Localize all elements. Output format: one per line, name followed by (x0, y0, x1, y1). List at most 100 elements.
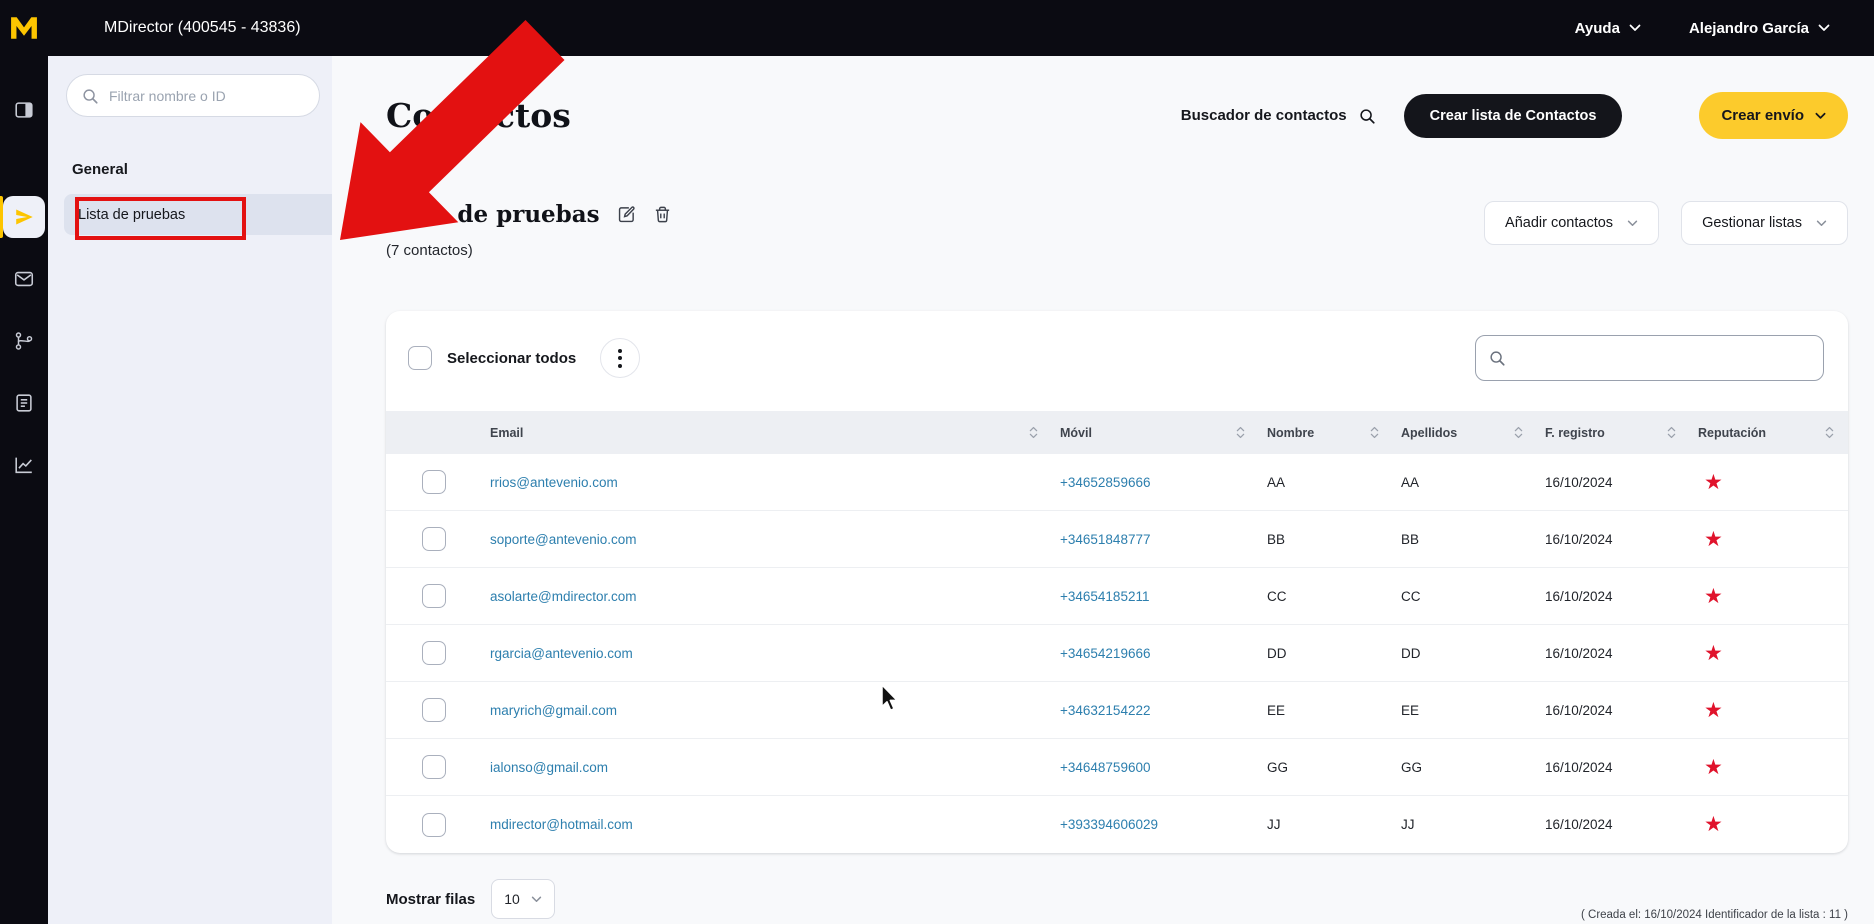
contact-phone-link[interactable]: +34652859666 (1052, 475, 1259, 490)
user-menu[interactable]: Alejandro García (1689, 20, 1830, 37)
contact-last-name: JJ (1393, 817, 1537, 832)
contact-registration-date: 16/10/2024 (1537, 475, 1690, 490)
chevron-down-icon (531, 896, 542, 903)
row-checkbox-cell (386, 527, 482, 551)
rail-item-lists[interactable] (0, 377, 48, 429)
contact-email-link[interactable]: soporte@antevenio.com (482, 532, 1052, 547)
table-search[interactable] (1475, 335, 1824, 381)
reputation-star-icon: ★ (1690, 757, 1848, 778)
mdirector-logo[interactable] (0, 0, 48, 56)
reputation-star-icon: ★ (1690, 586, 1848, 607)
contact-last-name: CC (1393, 589, 1537, 604)
table-search-input[interactable] (1515, 350, 1795, 366)
list-icon (13, 392, 35, 414)
row-checkbox[interactable] (422, 584, 446, 608)
rail-item-stats[interactable] (0, 439, 48, 491)
row-checkbox[interactable] (422, 641, 446, 665)
contacts-table-body: rrios@antevenio.com +34652859666 AA AA 1… (386, 454, 1848, 853)
page-title: Contactos (386, 96, 571, 135)
row-checkbox[interactable] (422, 755, 446, 779)
contact-email-link[interactable]: asolarte@mdirector.com (482, 589, 1052, 604)
select-all-checkbox[interactable] (408, 346, 432, 370)
rail-item-automations[interactable] (0, 315, 48, 367)
rail-item-messages[interactable] (0, 253, 48, 305)
delete-list-button[interactable] (653, 205, 672, 224)
row-checkbox-cell (386, 641, 482, 665)
help-menu-label: Ayuda (1575, 20, 1620, 37)
sidebar-search[interactable] (66, 74, 320, 117)
rail-item-dashboard[interactable] (0, 84, 48, 136)
search-icon (1488, 349, 1506, 367)
contact-phone-link[interactable]: +34654219666 (1052, 646, 1259, 661)
table-row: rrios@antevenio.com +34652859666 AA AA 1… (386, 454, 1848, 511)
sidebar-search-input[interactable] (109, 88, 289, 104)
row-checkbox[interactable] (422, 698, 446, 722)
topbar: MDirector (400545 - 43836) Ayuda Alejand… (0, 0, 1874, 56)
create-send-button[interactable]: Crear envío (1699, 92, 1848, 139)
send-icon (13, 206, 35, 228)
contact-email-link[interactable]: mdirector@hotmail.com (482, 817, 1052, 832)
contact-phone-link[interactable]: +34632154222 (1052, 703, 1259, 718)
column-label: Nombre (1267, 426, 1314, 440)
column-label: Reputación (1698, 426, 1766, 440)
contact-email-link[interactable]: ialonso@gmail.com (482, 760, 1052, 775)
column-label: F. registro (1545, 426, 1605, 440)
row-checkbox-cell (386, 813, 482, 837)
column-header-movil[interactable]: Móvil (1052, 411, 1259, 454)
table-row: maryrich@gmail.com +34632154222 EE EE 16… (386, 682, 1848, 739)
table-row: soporte@antevenio.com +34651848777 BB BB… (386, 511, 1848, 568)
row-checkbox[interactable] (422, 813, 446, 837)
contact-first-name: BB (1259, 532, 1393, 547)
contact-first-name: EE (1259, 703, 1393, 718)
contact-email-link[interactable]: rgarcia@antevenio.com (482, 646, 1052, 661)
row-checkbox[interactable] (422, 470, 446, 494)
bulk-actions-menu-button[interactable] (600, 338, 640, 378)
rail-item-campaigns[interactable] (0, 191, 48, 243)
rows-per-page-select[interactable]: 10 (491, 879, 555, 919)
contact-phone-link[interactable]: +34648759600 (1052, 760, 1259, 775)
contact-first-name: DD (1259, 646, 1393, 661)
column-header-apellidos[interactable]: Apellidos (1393, 411, 1537, 454)
contact-registration-date: 16/10/2024 (1537, 817, 1690, 832)
contact-phone-link[interactable]: +34654185211 (1052, 589, 1259, 604)
account-title: MDirector (400545 - 43836) (104, 19, 301, 37)
contact-first-name: CC (1259, 589, 1393, 604)
edit-pencil-icon (617, 205, 636, 224)
reputation-star-icon: ★ (1690, 814, 1848, 835)
column-header-email[interactable]: Email (482, 411, 1052, 454)
sort-icon (1236, 425, 1245, 440)
contact-first-name: JJ (1259, 817, 1393, 832)
contact-search-link[interactable]: Buscador de contactos (1181, 107, 1376, 125)
contact-email-link[interactable]: maryrich@gmail.com (482, 703, 1052, 718)
contact-last-name: AA (1393, 475, 1537, 490)
column-label: Apellidos (1401, 426, 1457, 440)
table-row: rgarcia@antevenio.com +34654219666 DD DD… (386, 625, 1848, 682)
column-header-nombre[interactable]: Nombre (1259, 411, 1393, 454)
edit-list-button[interactable] (617, 205, 636, 224)
contact-phone-link[interactable]: +34651848777 (1052, 532, 1259, 547)
column-header-f-registro[interactable]: F. registro (1537, 411, 1690, 454)
branch-icon (13, 330, 35, 352)
contact-registration-date: 16/10/2024 (1537, 646, 1690, 661)
sidebar-item-lista-de-pruebas[interactable]: Lista de pruebas (64, 194, 332, 235)
contact-last-name: EE (1393, 703, 1537, 718)
checkbox-column-header (386, 411, 482, 454)
row-checkbox[interactable] (422, 527, 446, 551)
row-checkbox-cell (386, 584, 482, 608)
contact-email-link[interactable]: rrios@antevenio.com (482, 475, 1052, 490)
contact-registration-date: 16/10/2024 (1537, 703, 1690, 718)
manage-lists-button[interactable]: Gestionar listas (1681, 201, 1848, 245)
contact-count: (7 contactos) (386, 242, 672, 259)
rows-per-page-value: 10 (504, 891, 520, 907)
contact-last-name: GG (1393, 760, 1537, 775)
list-metadata: ( Creada el: 16/10/2024 Identificador de… (1581, 909, 1848, 921)
layout-panel-icon (13, 99, 35, 121)
create-contact-list-button[interactable]: Crear lista de Contactos (1404, 94, 1623, 138)
add-contacts-button[interactable]: Añadir contactos (1484, 201, 1659, 245)
contact-phone-link[interactable]: +393394606029 (1052, 817, 1259, 832)
help-menu[interactable]: Ayuda (1575, 20, 1641, 37)
user-menu-label: Alejandro García (1689, 20, 1809, 37)
rows-per-page-label: Mostrar filas (386, 891, 475, 908)
reputation-star-icon: ★ (1690, 700, 1848, 721)
column-header-reputacion[interactable]: Reputación (1690, 411, 1848, 454)
